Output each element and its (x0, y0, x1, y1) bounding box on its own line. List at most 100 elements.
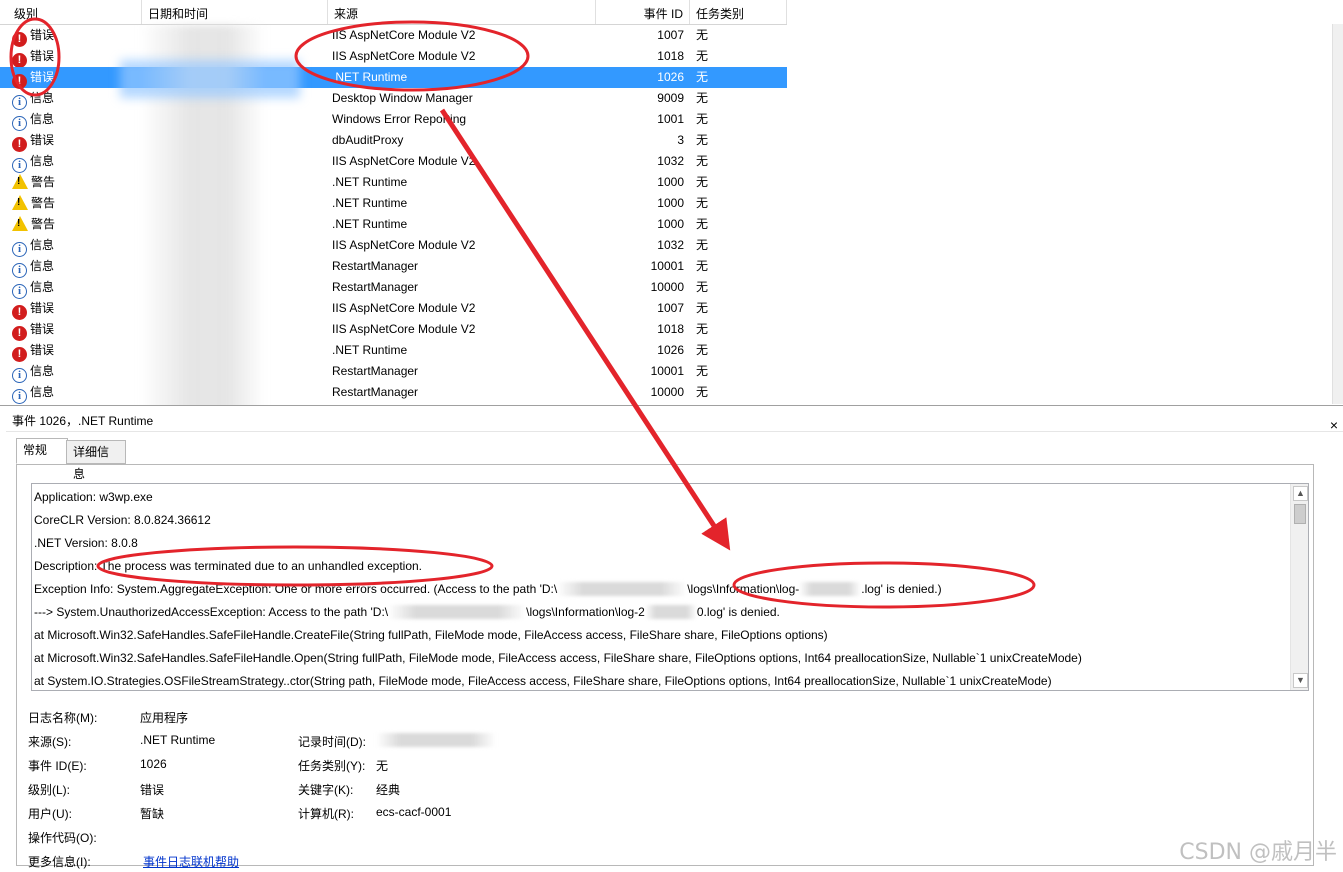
table-row[interactable]: i 信息 Windows Error Reporting 1001 无 (0, 109, 787, 131)
row-level-text: 错误 (30, 343, 55, 357)
row-event-id: 1032 (657, 154, 684, 168)
event-id-label: 事件 ID(E): (28, 759, 87, 773)
desc-line: ---> System.UnauthorizedAccessException:… (34, 605, 780, 619)
row-source: Windows Error Reporting (332, 112, 467, 126)
info-icon: i (12, 263, 27, 278)
row-level: ! 错误 (12, 319, 142, 341)
table-row[interactable]: ! 错误 IIS AspNetCore Module V2 1007 无 (0, 25, 787, 47)
column-header-source[interactable]: 来源 (328, 0, 596, 24)
close-icon[interactable]: × (1330, 412, 1338, 438)
event-detail-pane: 事件 1026，.NET Runtime × 常规 详细信息 Applicati… (0, 408, 1343, 872)
keywords-label: 关键字(K): (298, 783, 354, 797)
user-label: 用户(U): (28, 807, 72, 821)
more-info-label: 更多信息(I): (28, 855, 91, 869)
desc-line: Exception Info: System.AggregateExceptio… (34, 582, 942, 596)
row-event-id: 1007 (657, 28, 684, 42)
table-row[interactable]: ! 警告 .NET Runtime 1000 无 (0, 193, 787, 214)
event-description-textbox[interactable]: Application: w3wp.exe CoreCLR Version: 8… (31, 483, 1309, 691)
column-header-level[interactable]: 级别 (8, 0, 142, 24)
row-source: Desktop Window Manager (332, 91, 473, 105)
redacted-text (376, 733, 496, 747)
redacted-text (644, 605, 697, 619)
table-row[interactable]: i 信息 IIS AspNetCore Module V2 1032 无 (0, 151, 787, 173)
row-source: RestartManager (332, 385, 419, 399)
row-level: ! 警告 (12, 214, 142, 235)
tab-details[interactable]: 详细信息 (66, 440, 126, 481)
table-row[interactable]: i 信息 RestartManager 10001 无 (0, 256, 787, 278)
scroll-down-icon[interactable]: ▼ (1293, 673, 1308, 688)
desc-line: CoreCLR Version: 8.0.824.36612 (34, 513, 211, 527)
column-header-date[interactable]: 日期和时间 (142, 0, 328, 24)
info-icon: i (12, 95, 27, 110)
row-task-category: 无 (696, 385, 709, 399)
row-source: RestartManager (332, 364, 419, 378)
row-level: ! 错误 (12, 298, 142, 320)
warning-icon: ! (12, 216, 28, 231)
warning-icon: ! (12, 195, 28, 210)
source-label: 来源(S): (28, 735, 72, 749)
row-source: dbAuditProxy (332, 133, 404, 147)
table-row[interactable]: ! 错误 dbAuditProxy 3 无 (0, 130, 787, 152)
row-event-id: 1001 (657, 112, 684, 126)
table-row[interactable]: i 信息 RestartManager 10000 无 (0, 382, 787, 404)
row-level-text: 信息 (30, 112, 55, 126)
table-row[interactable]: i 信息 Desktop Window Manager 9009 无 (0, 88, 787, 110)
row-event-id: 1026 (657, 343, 684, 357)
desc-text: 0.log' is denied. (696, 605, 780, 619)
table-row[interactable]: ! 错误 .NET Runtime 1026 无 (0, 340, 787, 362)
tab-general[interactable]: 常规 (16, 438, 68, 464)
row-level-text: 信息 (30, 91, 55, 105)
row-level-text: 错误 (30, 301, 55, 315)
row-task-category: 无 (696, 154, 709, 168)
row-event-id: 1000 (657, 175, 684, 189)
source-value: .NET Runtime (140, 733, 216, 747)
more-info-link[interactable]: 事件日志联机帮助 (143, 853, 239, 870)
table-row[interactable]: ! 错误 .NET Runtime 1026 无 (0, 67, 787, 89)
row-source: IIS AspNetCore Module V2 (332, 28, 476, 42)
event-list-scrollbar[interactable] (1332, 24, 1343, 404)
row-event-id: 1026 (657, 70, 684, 84)
table-row[interactable]: ! 错误 IIS AspNetCore Module V2 1007 无 (0, 298, 787, 320)
row-task-category: 无 (696, 322, 709, 336)
row-task-category: 无 (696, 280, 709, 294)
row-level-text: 信息 (30, 154, 55, 168)
table-row[interactable]: i 信息 RestartManager 10001 无 (0, 361, 787, 383)
row-task-category: 无 (696, 238, 709, 252)
description-scrollbar[interactable]: ▲ ▼ (1290, 484, 1308, 690)
table-row[interactable]: ! 警告 .NET Runtime 1000 无 (0, 214, 787, 235)
row-source: .NET Runtime (332, 175, 408, 189)
redacted-selected-date (120, 60, 300, 98)
row-level-text: 警告 (31, 217, 56, 231)
row-event-id: 10001 (650, 259, 684, 273)
row-event-id: 1000 (657, 196, 684, 210)
scroll-up-icon[interactable]: ▲ (1293, 486, 1308, 501)
table-row[interactable]: i 信息 RestartManager 10000 无 (0, 277, 787, 299)
event-rows: ! 错误 IIS AspNetCore Module V2 1007 无! 错误 IIS A… (0, 25, 787, 404)
row-level-text: 错误 (30, 322, 55, 336)
error-icon: ! (12, 32, 27, 47)
row-source: IIS AspNetCore Module V2 (332, 238, 476, 252)
redacted-text (388, 605, 527, 619)
opcode-label: 操作代码(O): (28, 831, 97, 845)
redacted-text (799, 582, 862, 596)
scroll-thumb[interactable] (1294, 504, 1306, 524)
table-row[interactable]: ! 错误 IIS AspNetCore Module V2 1018 无 (0, 319, 787, 341)
column-header-task-category[interactable]: 任务类别 (690, 0, 787, 24)
info-icon: i (12, 116, 27, 131)
table-row[interactable]: ! 警告 .NET Runtime 1000 无 (0, 172, 787, 193)
table-row[interactable]: i 信息 IIS AspNetCore Module V2 1032 无 (0, 235, 787, 257)
table-row[interactable]: ! 错误 IIS AspNetCore Module V2 1018 无 (0, 46, 787, 68)
row-task-category: 无 (696, 91, 709, 105)
row-level-text: 错误 (30, 49, 55, 63)
event-id-value: 1026 (140, 757, 167, 771)
info-icon: i (12, 284, 27, 299)
column-header-event-id[interactable]: 事件 ID (596, 0, 690, 24)
row-source: .NET Runtime (332, 343, 408, 357)
row-event-id: 10000 (650, 385, 684, 399)
row-event-id: 3 (677, 133, 684, 147)
row-source: RestartManager (332, 259, 419, 273)
row-event-id: 1007 (657, 301, 684, 315)
row-task-category: 无 (696, 301, 709, 315)
row-source: IIS AspNetCore Module V2 (332, 322, 476, 336)
row-level: i 信息 (12, 361, 142, 383)
